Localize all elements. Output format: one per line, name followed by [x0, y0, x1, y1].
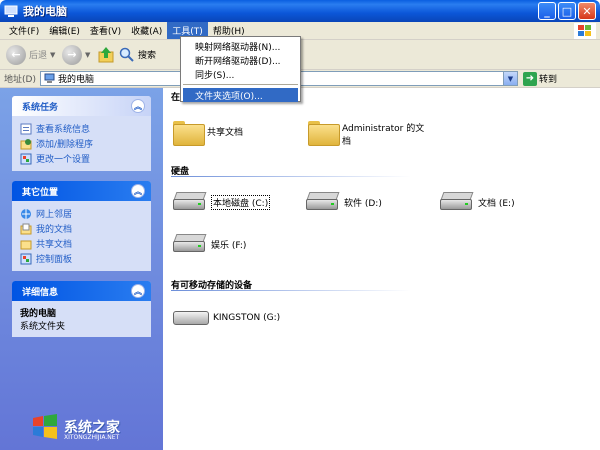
- drive-f[interactable]: 娱乐 (F:): [173, 234, 246, 254]
- system-info-icon: [20, 123, 32, 134]
- back-button[interactable]: ← 后退 ▼: [6, 44, 58, 65]
- item-label: 软件 (D:): [344, 198, 382, 209]
- folder-icon: [173, 118, 205, 146]
- go-button[interactable]: ➜ 转到: [522, 71, 557, 86]
- address-label: 地址(D): [4, 75, 36, 85]
- item-label: 文档 (E:): [478, 198, 515, 209]
- folder-administrator-documents[interactable]: Administrator 的文档: [308, 118, 432, 147]
- search-button[interactable]: 搜索: [119, 47, 156, 63]
- forward-button[interactable]: → ▼: [62, 44, 93, 65]
- watermark-logo-icon: [33, 414, 57, 439]
- item-label: 共享文档: [207, 127, 244, 138]
- watermark-subtext: XITONGZHIJIA.NET: [64, 434, 120, 441]
- my-computer-icon: [44, 73, 55, 83]
- folder-icon: [20, 240, 32, 249]
- forward-arrow-icon: →: [62, 44, 83, 65]
- my-computer-icon: [4, 5, 18, 17]
- hard-drive-icon: [173, 234, 207, 254]
- link-control-panel[interactable]: 控制面板: [20, 251, 143, 266]
- close-button[interactable]: ✕: [578, 2, 596, 20]
- folder-shared-documents[interactable]: 共享文档: [173, 118, 244, 146]
- section-divider: [171, 176, 411, 177]
- task-pane: 系统任务 ︽ 查看系统信息 添加/删除程序 更改一个设置 其它位置 ︽ 网上邻居…: [0, 88, 163, 450]
- details-panel: 详细信息 ︽ 我的电脑 系统文件夹: [12, 281, 151, 337]
- link-my-documents[interactable]: 我的文档: [20, 221, 143, 236]
- removable-drive-icon: [173, 311, 209, 325]
- link-label: 我的文档: [36, 225, 73, 235]
- control-panel-icon: [20, 153, 32, 164]
- link-label: 更改一个设置: [36, 155, 91, 165]
- system-tasks-header[interactable]: 系统任务 ︽: [12, 96, 151, 116]
- collapse-chevron-icon[interactable]: ︽: [131, 284, 145, 298]
- menu-disconnect-network-drive[interactable]: 断开网络驱动器(D)...: [183, 53, 298, 67]
- other-places-panel: 其它位置 ︽ 网上邻居 我的文档 共享文档 控制面板: [12, 181, 151, 271]
- link-add-remove-programs[interactable]: 添加/删除程序: [20, 136, 143, 151]
- other-places-header[interactable]: 其它位置 ︽: [12, 181, 151, 201]
- link-label: 网上邻居: [36, 210, 73, 220]
- search-icon: [119, 47, 134, 62]
- drive-g[interactable]: KINGSTON (G:): [173, 311, 280, 325]
- link-label: 查看系统信息: [36, 125, 91, 135]
- details-name: 我的电脑: [20, 309, 57, 319]
- item-label: 娱乐 (F:): [211, 240, 247, 251]
- drive-c[interactable]: 本地磁盘 (C:): [173, 192, 271, 212]
- section-title-files: 在: [171, 93, 181, 103]
- menu-view[interactable]: 查看(V): [85, 22, 126, 39]
- menu-map-network-drive[interactable]: 映射网络驱动器(N)...: [183, 39, 298, 53]
- details-title: 详细信息: [22, 287, 59, 298]
- item-label: Administrator 的文档: [342, 124, 425, 147]
- drive-d[interactable]: 软件 (D:): [306, 192, 382, 212]
- content-pane: 在 共享文档 Administrator 的文档 硬盘 本地磁盘 (C:) 软件…: [163, 88, 600, 450]
- drive-e[interactable]: 文档 (E:): [440, 192, 515, 212]
- menu-file[interactable]: 文件(F): [4, 22, 44, 39]
- menu-favorites[interactable]: 收藏(A): [126, 22, 167, 39]
- control-panel-icon: [20, 253, 32, 264]
- windows-logo-icon: [574, 23, 596, 39]
- details-header[interactable]: 详细信息 ︽: [12, 281, 151, 301]
- details-type: 系统文件夹: [20, 322, 66, 332]
- forward-dropdown-icon[interactable]: ▼: [85, 51, 93, 59]
- menu-edit[interactable]: 编辑(E): [44, 22, 85, 39]
- collapse-chevron-icon[interactable]: ︽: [131, 99, 145, 113]
- link-network-places[interactable]: 网上邻居: [20, 206, 143, 221]
- menu-synchronize[interactable]: 同步(S)...: [183, 67, 298, 81]
- other-places-title: 其它位置: [22, 187, 59, 198]
- item-label: KINGSTON (G:): [213, 313, 281, 323]
- address-value: 我的电脑: [57, 75, 94, 85]
- link-view-system-info[interactable]: 查看系统信息: [20, 121, 143, 136]
- menu-separator: [183, 84, 298, 85]
- window-title: 我的电脑: [23, 5, 67, 18]
- go-arrow-icon: ➜: [522, 71, 537, 86]
- collapse-chevron-icon[interactable]: ︽: [131, 184, 145, 198]
- hard-drive-icon: [306, 192, 340, 212]
- back-arrow-icon: ←: [6, 44, 26, 65]
- link-label: 控制面板: [36, 255, 73, 265]
- address-dropdown-icon[interactable]: ▼: [502, 72, 517, 85]
- documents-folder-icon: [20, 223, 32, 234]
- section-divider: [171, 290, 411, 291]
- item-label: 本地磁盘 (C:): [211, 194, 271, 210]
- network-icon: [21, 208, 31, 219]
- back-label: 后退: [29, 51, 48, 61]
- search-label: 搜索: [138, 51, 157, 61]
- back-dropdown-icon[interactable]: ▼: [50, 51, 58, 59]
- add-remove-icon: [20, 138, 32, 149]
- system-tasks-title: 系统任务: [22, 102, 59, 113]
- system-tasks-panel: 系统任务 ︽ 查看系统信息 添加/删除程序 更改一个设置: [12, 96, 151, 171]
- link-label: 共享文档: [36, 240, 73, 250]
- link-change-setting[interactable]: 更改一个设置: [20, 151, 143, 166]
- go-label: 转到: [538, 75, 557, 85]
- maximize-button[interactable]: □: [558, 2, 576, 20]
- folder-icon: [308, 118, 340, 146]
- link-shared-documents[interactable]: 共享文档: [20, 236, 143, 251]
- link-label: 添加/删除程序: [36, 140, 94, 150]
- minimize-button[interactable]: _: [538, 2, 556, 20]
- watermark: 系统之家 XITONGZHIJIA.NET: [30, 414, 120, 441]
- menu-folder-options[interactable]: 文件夹选项(O)...: [183, 88, 298, 102]
- title-bar: 我的电脑 _ □ ✕: [0, 0, 600, 22]
- hard-drive-icon: [440, 192, 474, 212]
- up-folder-icon[interactable]: [97, 46, 115, 64]
- hard-drive-icon: [173, 192, 207, 212]
- tools-menu: 映射网络驱动器(N)... 断开网络驱动器(D)... 同步(S)... 文件夹…: [180, 36, 301, 102]
